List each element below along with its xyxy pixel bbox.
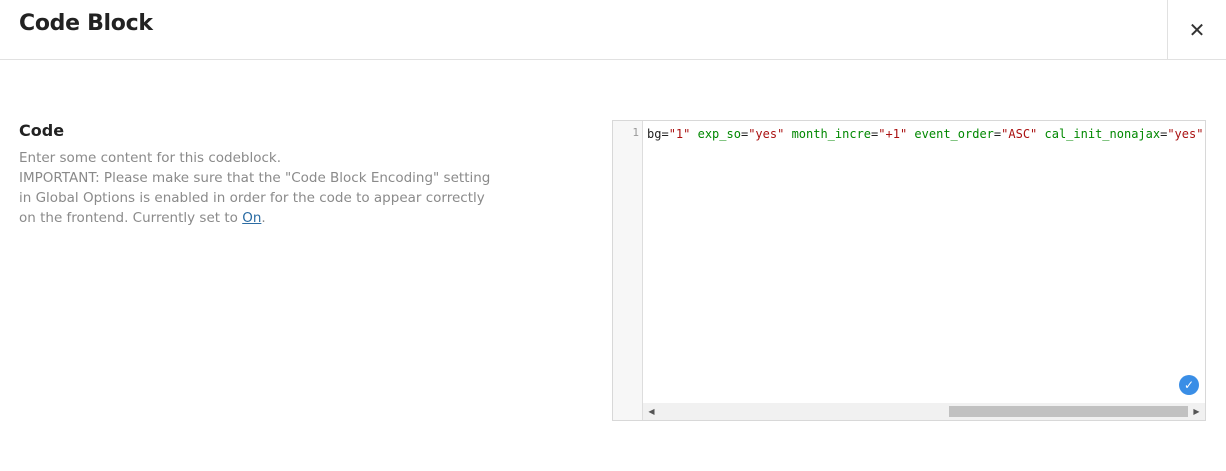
close-button[interactable]: ✕ (1167, 0, 1226, 59)
code-token-plain: bg= (647, 127, 669, 141)
arrow-left-icon[interactable]: ◀ (643, 403, 660, 420)
field-description: Enter some content for this codeblock. I… (19, 148, 499, 228)
field-label: Code (19, 121, 65, 140)
description-end: . (261, 210, 266, 226)
line-gutter: 1 (613, 121, 643, 420)
modal-header: Code Block ✕ (0, 0, 1226, 60)
code-token-attr: exp_so (697, 127, 741, 141)
modal-title: Code Block (19, 11, 153, 36)
line-number: 1 (632, 126, 639, 139)
scroll-thumb[interactable] (949, 406, 1188, 417)
code-token-str: "yes" (1167, 127, 1204, 141)
code-token-str: "yes" (748, 127, 785, 141)
description-line-2: IMPORTANT: Please make sure that the "Co… (19, 168, 499, 228)
code-editor[interactable]: 1 bg="1" exp_so="yes" month_incre="+1" e… (612, 120, 1206, 421)
close-icon: ✕ (1188, 17, 1206, 42)
check-circle-icon: ✓ (1179, 375, 1199, 395)
code-line[interactable]: bg="1" exp_so="yes" month_incre="+1" eve… (647, 126, 1205, 142)
code-token-attr: cal_init_nonajax (1044, 127, 1161, 141)
code-token-attr: month_incre (791, 127, 872, 141)
code-token-str: "1" (668, 127, 691, 141)
description-line-1: Enter some content for this codeblock. (19, 150, 281, 166)
code-token-str: "+1" (878, 127, 908, 141)
horizontal-scrollbar[interactable]: ◀ ▶ (643, 403, 1205, 420)
code-token-plain: ] (1203, 127, 1205, 141)
arrow-right-icon[interactable]: ▶ (1188, 403, 1205, 420)
code-token-str: "ASC" (1001, 127, 1038, 141)
code-token-attr: event_order (914, 127, 994, 141)
encoding-setting-link[interactable]: On (242, 210, 261, 226)
